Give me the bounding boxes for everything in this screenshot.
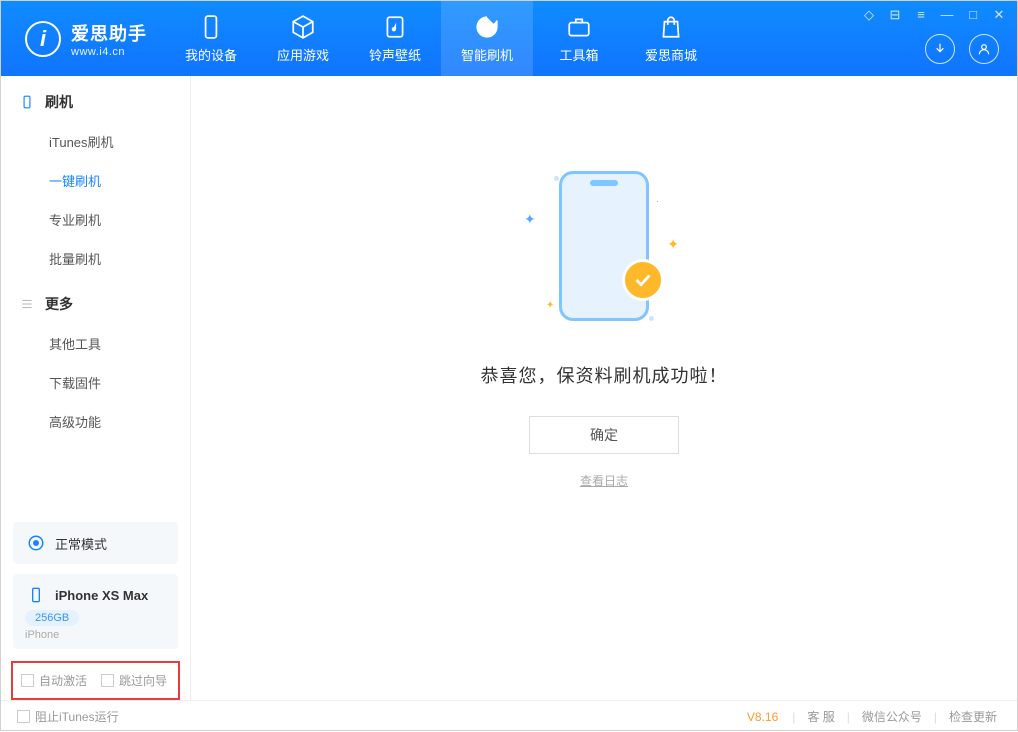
header-right-buttons — [925, 34, 999, 64]
list-icon — [19, 296, 35, 312]
footer-link-service[interactable]: 客 服 — [803, 708, 838, 725]
device-name: iPhone XS Max — [55, 588, 148, 603]
success-message: 恭喜您，保资料刷机成功啦！ — [481, 362, 728, 388]
storage-badge: 256GB — [25, 610, 79, 626]
sidebar-item-batch-flash[interactable]: 批量刷机 — [1, 239, 190, 278]
header-bar: i 爱思助手 www.i4.cn 我的设备 应用游戏 铃声壁纸 智能刷机 工具箱 — [1, 1, 1017, 76]
app-name: 爱思助手 — [71, 20, 147, 46]
footer-link-wechat[interactable]: 微信公众号 — [858, 708, 926, 725]
sidebar-item-download-firmware[interactable]: 下载固件 — [1, 363, 190, 402]
device-phone-icon — [25, 584, 47, 606]
close-icon[interactable]: ✕ — [991, 7, 1007, 23]
sparkle-icon: ✦ — [524, 211, 536, 228]
sparkle-icon: ✦ — [667, 236, 679, 253]
main-tabs: 我的设备 应用游戏 铃声壁纸 智能刷机 工具箱 爱思商城 — [165, 1, 717, 76]
tab-label: 铃声壁纸 — [369, 45, 421, 64]
tab-label: 我的设备 — [185, 45, 237, 64]
sidebar: 刷机 iTunes刷机 一键刷机 专业刷机 批量刷机 更多 其他工具 下载固件 … — [1, 76, 191, 700]
shirt-icon[interactable]: ◇ — [861, 7, 877, 23]
shopping-bag-icon — [658, 14, 684, 40]
view-log-link[interactable]: 查看日志 — [580, 472, 628, 489]
tab-label: 智能刷机 — [461, 45, 513, 64]
version-label: V8.16 — [747, 710, 778, 724]
cube-icon — [290, 14, 316, 40]
checkmark-badge-icon — [622, 259, 664, 301]
checkbox-skip-guide[interactable]: 跳过向导 — [101, 672, 167, 689]
sidebar-group-more: 更多 — [1, 278, 190, 324]
sidebar-group-flash: 刷机 — [1, 76, 190, 122]
group-title: 更多 — [45, 294, 73, 314]
tab-apps-games[interactable]: 应用游戏 — [257, 1, 349, 76]
logo-icon: i — [25, 21, 61, 57]
tab-label: 爱思商城 — [645, 45, 697, 64]
sidebar-item-itunes-flash[interactable]: iTunes刷机 — [1, 122, 190, 161]
group-title: 刷机 — [45, 92, 73, 112]
lock-icon[interactable]: ⊟ — [887, 7, 903, 23]
menu-icon[interactable]: ≡ — [913, 7, 929, 23]
logo-text: 爱思助手 www.i4.cn — [71, 20, 147, 58]
main-content: ✦ ✦ ✦ · 恭喜您，保资料刷机成功啦！ 确定 查看日志 — [191, 76, 1017, 700]
device-type: iPhone — [25, 629, 166, 641]
window-controls-top: ◇ ⊟ ≡ — □ ✕ — [861, 7, 1007, 23]
options-highlight-box: 自动激活 跳过向导 — [11, 661, 180, 700]
dot-icon — [554, 176, 559, 181]
body: 刷机 iTunes刷机 一键刷机 专业刷机 批量刷机 更多 其他工具 下载固件 … — [1, 76, 1017, 700]
checkbox-auto-activate[interactable]: 自动激活 — [21, 672, 87, 689]
sidebar-item-other-tools[interactable]: 其他工具 — [1, 324, 190, 363]
dot-icon — [649, 316, 654, 321]
tab-store[interactable]: 爱思商城 — [625, 1, 717, 76]
tab-ringtones-wallpapers[interactable]: 铃声壁纸 — [349, 1, 441, 76]
sidebar-item-oneclick-flash[interactable]: 一键刷机 — [1, 161, 190, 200]
maximize-icon[interactable]: □ — [965, 7, 981, 23]
device-box[interactable]: iPhone XS Max 256GB iPhone — [13, 574, 178, 649]
account-button[interactable] — [969, 34, 999, 64]
tab-my-device[interactable]: 我的设备 — [165, 1, 257, 76]
tab-smart-flash[interactable]: 智能刷机 — [441, 1, 533, 76]
mode-label: 正常模式 — [55, 534, 107, 553]
tab-toolbox[interactable]: 工具箱 — [533, 1, 625, 76]
footer-link-update[interactable]: 检查更新 — [945, 708, 1001, 725]
sparkle-icon: ✦ — [546, 300, 554, 311]
tab-label: 应用游戏 — [277, 45, 329, 64]
phone-icon — [198, 14, 224, 40]
briefcase-icon — [566, 14, 592, 40]
minimize-icon[interactable]: — — [939, 7, 955, 23]
sidebar-item-pro-flash[interactable]: 专业刷机 — [1, 200, 190, 239]
download-button[interactable] — [925, 34, 955, 64]
sidebar-item-advanced[interactable]: 高级功能 — [1, 402, 190, 441]
phone-small-icon — [19, 94, 35, 110]
success-illustration: ✦ ✦ ✦ · — [494, 156, 714, 336]
checkbox-block-itunes[interactable]: 阻止iTunes运行 — [17, 708, 119, 725]
mode-box[interactable]: 正常模式 — [13, 522, 178, 564]
footer-bar: 阻止iTunes运行 V8.16 | 客 服 | 微信公众号 | 检查更新 — [1, 700, 1017, 732]
sparkle-icon: · — [656, 196, 659, 206]
logo-block: i 爱思助手 www.i4.cn — [1, 20, 165, 58]
music-file-icon — [382, 14, 408, 40]
refresh-shield-icon — [474, 14, 500, 40]
tab-label: 工具箱 — [559, 45, 598, 64]
ok-button[interactable]: 确定 — [529, 416, 679, 454]
mode-icon — [25, 532, 47, 554]
app-url: www.i4.cn — [71, 46, 147, 58]
